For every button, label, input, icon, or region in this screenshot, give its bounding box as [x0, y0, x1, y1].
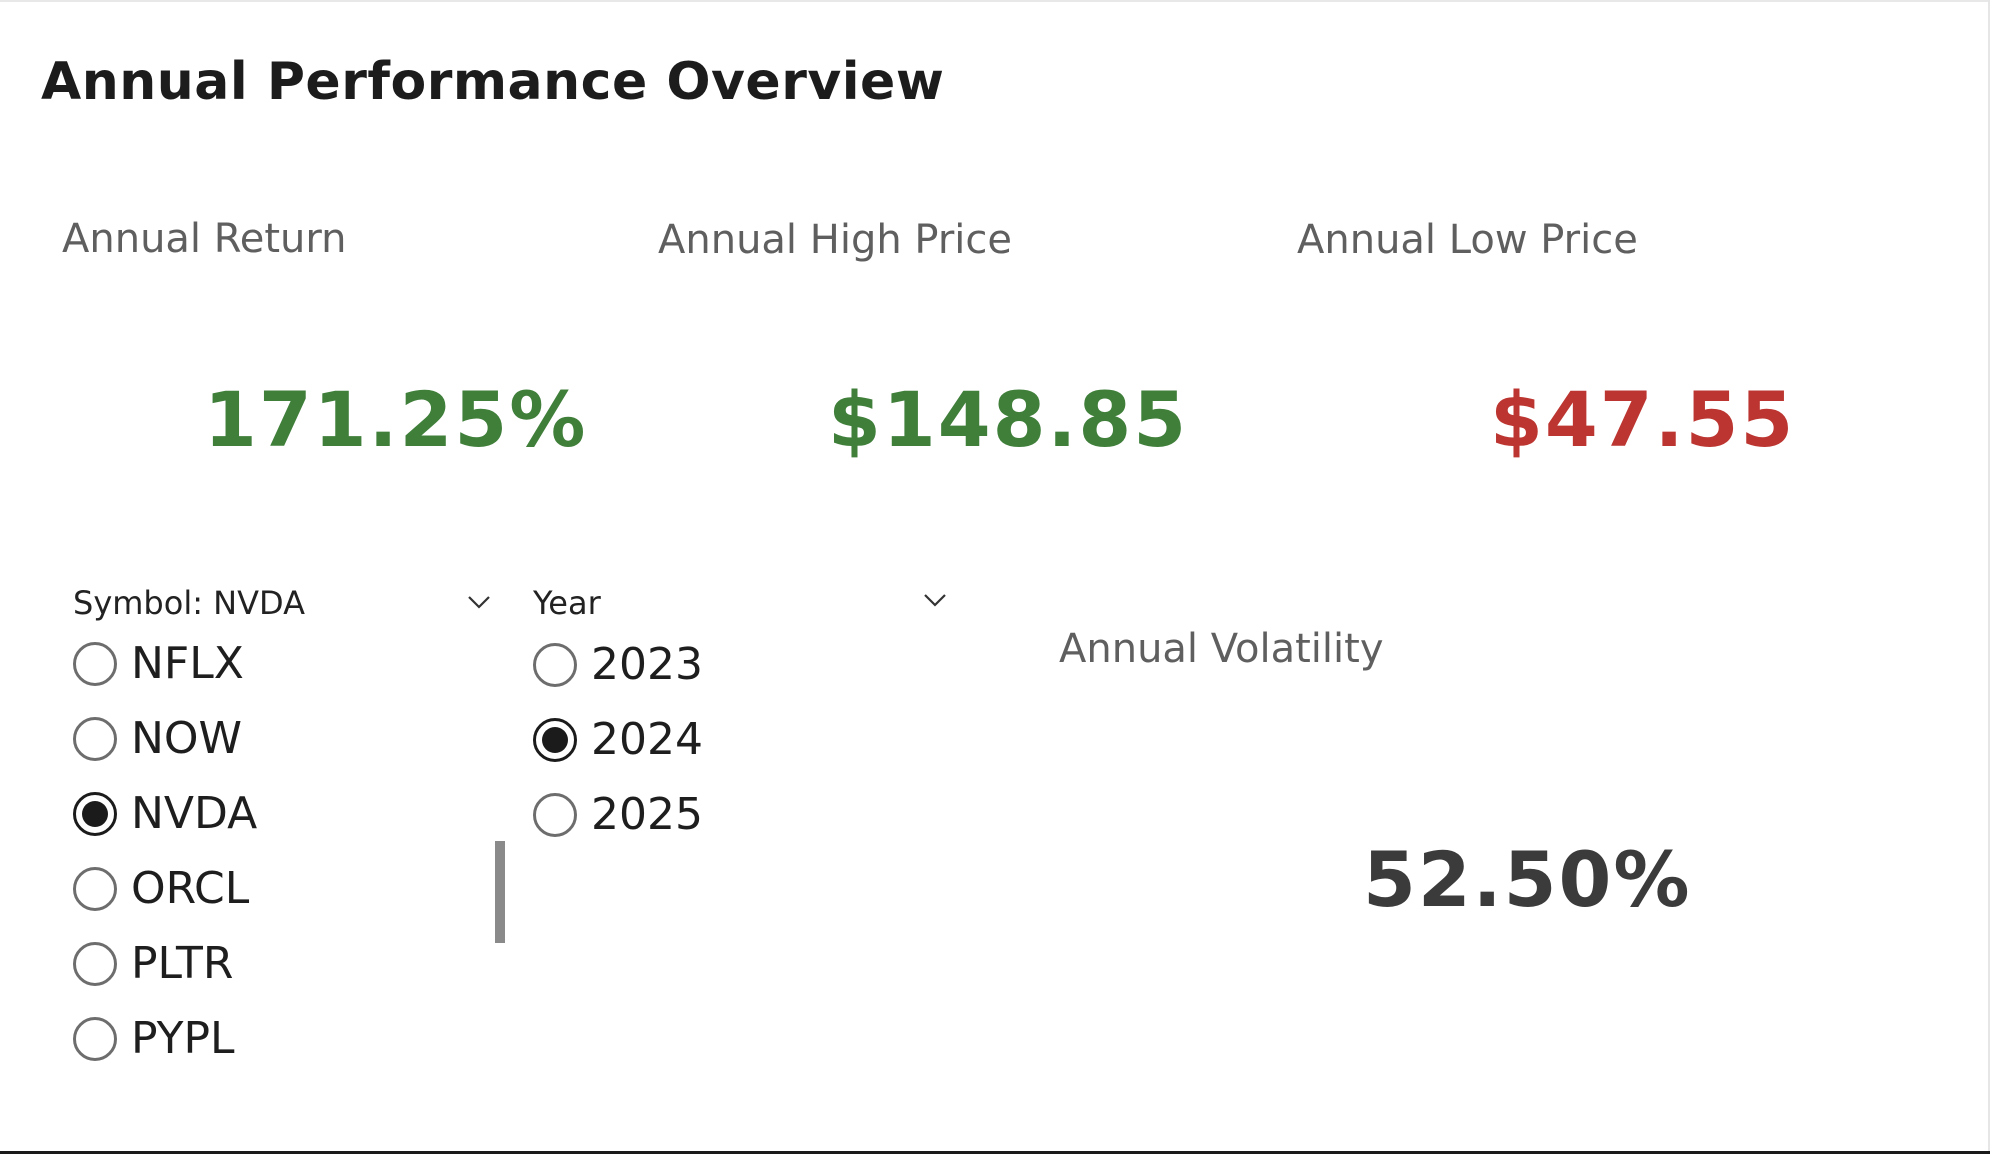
annual-low-price-value: $47.55: [1490, 375, 1796, 464]
annual-low-price-label: Annual Low Price: [1297, 217, 1638, 263]
year-slicer-option[interactable]: 2024: [533, 702, 703, 777]
radio-button-icon[interactable]: [73, 641, 117, 686]
radio-button-icon[interactable]: [533, 792, 577, 837]
option-label: PYPL: [131, 1013, 235, 1064]
year-slicer-header: Year: [533, 584, 601, 622]
annual-volatility-label: Annual Volatility: [1059, 626, 1384, 672]
option-label: PLTR: [131, 938, 234, 989]
option-label: NVDA: [131, 788, 258, 839]
radio-button-icon[interactable]: [73, 791, 117, 836]
chevron-down-icon[interactable]: [923, 588, 947, 612]
year-slicer-option[interactable]: 2025: [533, 777, 703, 852]
symbol-slicer-list: NFLX NOW NVDA ORCL PLTR PYPL: [73, 626, 257, 1076]
symbol-slicer-option[interactable]: NOW: [73, 701, 257, 776]
slicer-scrollbar[interactable]: [495, 841, 505, 943]
top-border: [0, 0, 1990, 2]
annual-high-price-value: $148.85: [828, 375, 1189, 464]
symbol-slicer-option[interactable]: NFLX: [73, 626, 257, 701]
year-slicer-list: 2023 2024 2025: [533, 627, 703, 852]
radio-button-icon[interactable]: [73, 941, 117, 986]
option-label: 2023: [591, 639, 703, 690]
option-label: 2024: [591, 714, 703, 765]
option-label: NFLX: [131, 638, 244, 689]
chevron-down-icon[interactable]: [467, 590, 491, 614]
annual-high-price-label: Annual High Price: [658, 217, 1012, 263]
radio-button-icon[interactable]: [73, 1016, 117, 1061]
symbol-slicer-option[interactable]: PLTR: [73, 926, 257, 1001]
symbol-slicer-option[interactable]: ORCL: [73, 851, 257, 926]
radio-button-icon[interactable]: [533, 717, 577, 762]
option-label: ORCL: [131, 863, 250, 914]
radio-button-icon[interactable]: [73, 716, 117, 761]
option-label: NOW: [131, 713, 243, 764]
radio-button-icon[interactable]: [73, 866, 117, 911]
symbol-slicer-header: Symbol: NVDA: [73, 584, 305, 622]
annual-return-label: Annual Return: [62, 216, 347, 262]
symbol-slicer-option[interactable]: NVDA: [73, 776, 257, 851]
annual-volatility-value: 52.50%: [1363, 835, 1692, 924]
page-title: Annual Performance Overview: [41, 52, 945, 112]
option-label: 2025: [591, 789, 703, 840]
annual-return-value: 171.25%: [204, 375, 588, 464]
symbol-slicer-option[interactable]: PYPL: [73, 1001, 257, 1076]
year-slicer-option[interactable]: 2023: [533, 627, 703, 702]
radio-button-icon[interactable]: [533, 642, 577, 687]
